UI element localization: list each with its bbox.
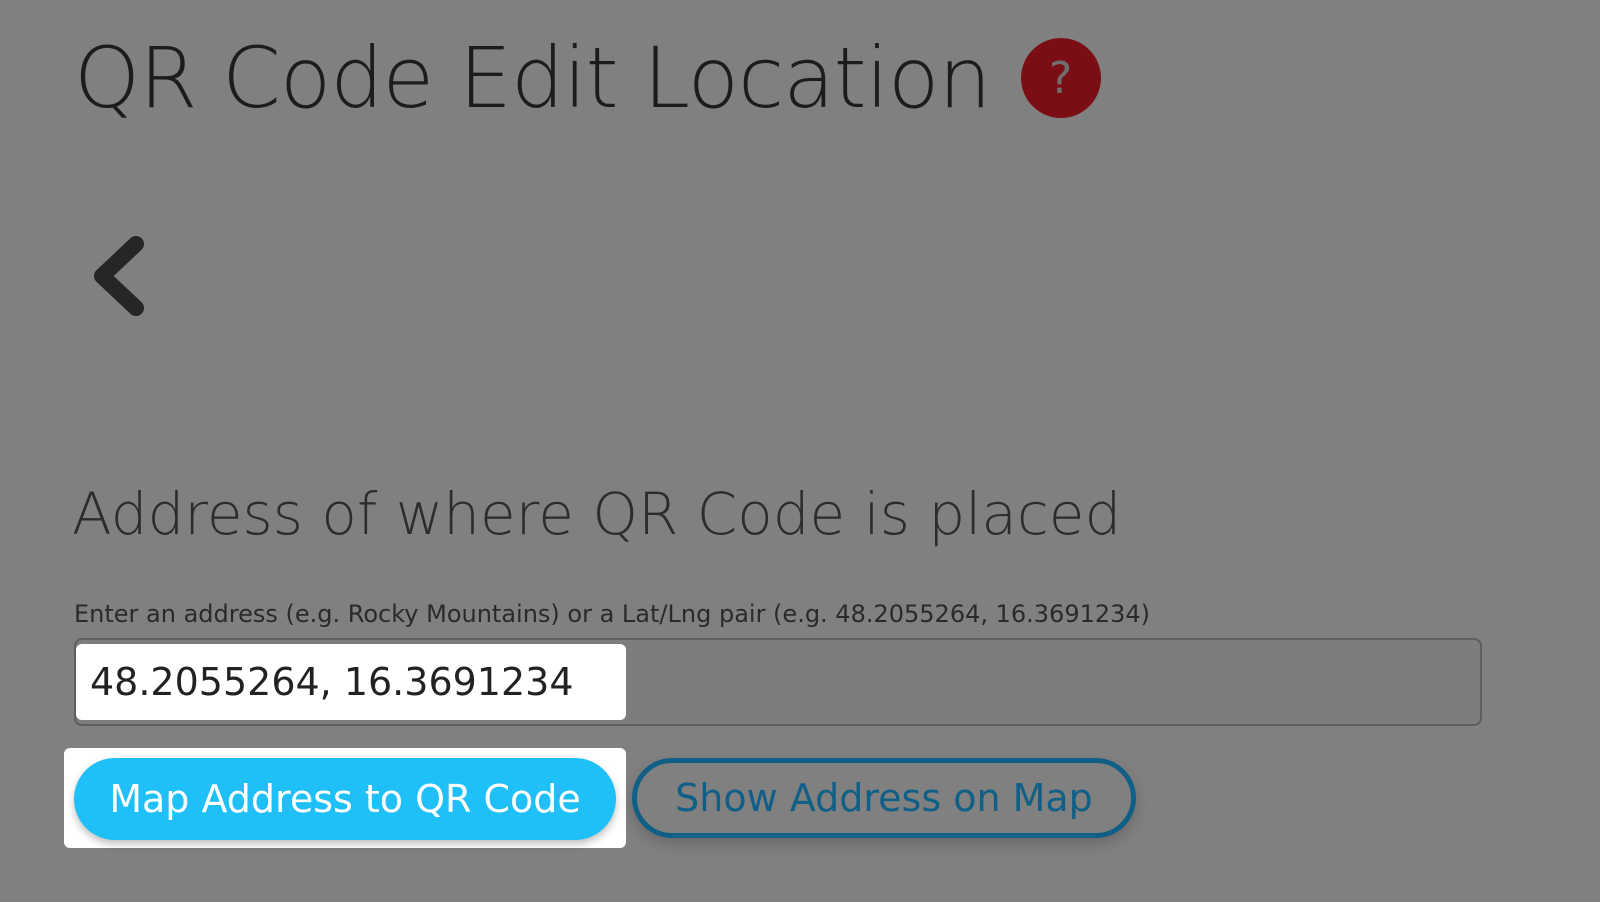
page-title: QR Code Edit Location: [74, 29, 992, 127]
question-mark-icon: ?: [1048, 52, 1073, 104]
address-section-heading: Address of where QR Code is placed: [72, 480, 1122, 548]
address-field-label: Enter an address (e.g. Rocky Mountains) …: [74, 600, 1151, 628]
chevron-left-icon: [94, 236, 144, 316]
help-button[interactable]: ?: [1020, 38, 1101, 119]
back-button[interactable]: [92, 236, 152, 316]
title-row: QR Code Edit Location ?: [74, 28, 1101, 129]
map-address-to-qr-button[interactable]: Map Address to QR Code: [74, 758, 616, 840]
address-input[interactable]: [76, 644, 626, 720]
show-address-on-map-button[interactable]: Show Address on Map: [632, 758, 1136, 838]
